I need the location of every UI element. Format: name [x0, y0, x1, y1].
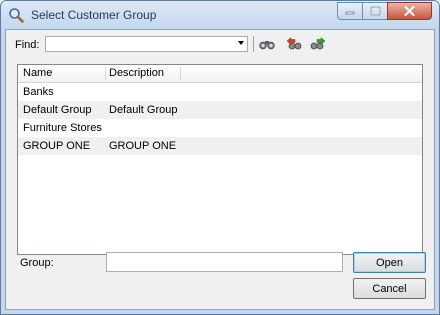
column-header-name[interactable]: Name [23, 67, 52, 79]
row-name: GROUP ONE [23, 140, 91, 152]
find-label: Find: [15, 39, 40, 51]
table-row[interactable]: Banks [18, 83, 422, 101]
open-button[interactable]: Open [353, 252, 426, 273]
row-name: Default Group [23, 104, 92, 116]
group-input[interactable] [106, 252, 343, 272]
find-combobox[interactable] [45, 36, 248, 52]
close-icon [404, 6, 415, 16]
maximize-button[interactable] [362, 2, 388, 20]
row-name: Furniture Stores [23, 122, 102, 134]
row-description: Default Group [109, 104, 178, 116]
row-description: GROUP ONE [109, 140, 177, 152]
window-title: Select Customer Group [31, 8, 157, 22]
find-next-button[interactable] [308, 35, 328, 53]
maximize-icon [369, 6, 381, 16]
table-row[interactable]: Default Group Default Group [18, 101, 422, 119]
find-next-icon [310, 37, 326, 50]
dialog-client: Find: Name Description Banks Default Gro… [5, 29, 435, 310]
title-bar[interactable]: Select Customer Group [1, 1, 439, 29]
close-button[interactable] [387, 2, 432, 20]
table-row[interactable]: GROUP ONE GROUP ONE [18, 137, 422, 155]
find-previous-icon [286, 37, 302, 50]
column-header-description[interactable]: Description [109, 67, 164, 79]
table-row[interactable]: Furniture Stores [18, 119, 422, 137]
search-icon [9, 8, 24, 23]
grid-header: Name Description [18, 65, 422, 83]
column-divider[interactable] [180, 67, 181, 80]
minimize-button[interactable] [337, 2, 363, 20]
minimize-icon [345, 11, 355, 15]
cancel-button[interactable]: Cancel [353, 278, 426, 299]
find-previous-button[interactable] [284, 35, 304, 53]
group-label: Group: [20, 257, 54, 269]
find-button[interactable] [257, 35, 277, 53]
customer-group-grid[interactable]: Name Description Banks Default Group Def… [17, 64, 423, 255]
toolbar-separator [253, 36, 254, 52]
binoculars-icon [259, 41, 275, 50]
chevron-down-icon[interactable] [238, 41, 244, 45]
row-name: Banks [23, 86, 54, 98]
column-divider[interactable] [105, 67, 106, 80]
dialog-window: Select Customer Group Find: Name Descrip… [0, 0, 440, 315]
